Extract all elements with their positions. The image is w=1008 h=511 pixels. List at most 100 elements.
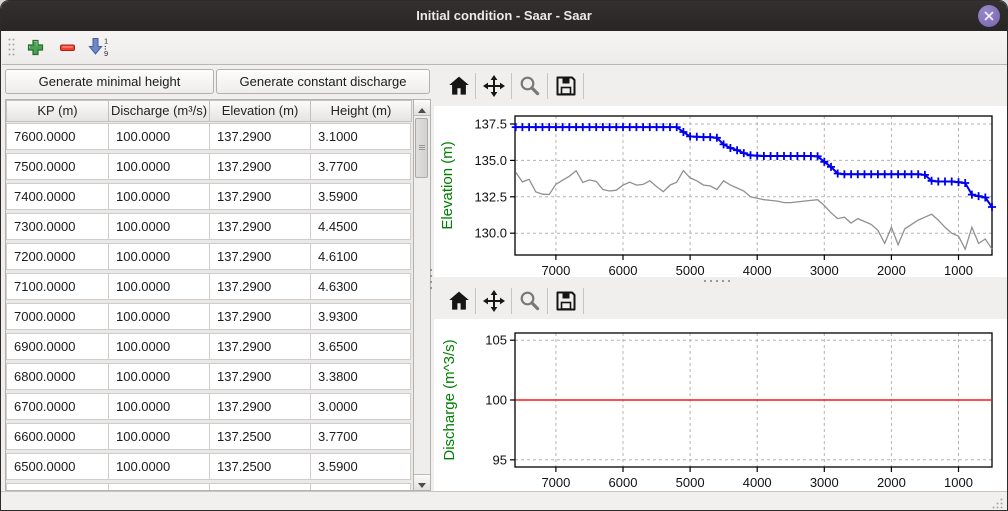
table-row[interactable]: 7500.0000100.0000137.29003.7700	[6, 152, 414, 182]
table-cell[interactable]: 4.6300	[310, 273, 411, 300]
table-cell[interactable]: 100.0000	[108, 423, 210, 450]
table-cell[interactable]: 3.6500	[310, 333, 411, 360]
scroll-down-button[interactable]	[414, 474, 430, 490]
table-cell[interactable]: 100.0000	[108, 453, 210, 480]
table-cell[interactable]: 3.7700	[310, 153, 411, 180]
sort-rows-button[interactable]: 1 9	[84, 34, 114, 60]
table-cell[interactable]: 137.2900	[209, 153, 311, 180]
table-cell[interactable]	[310, 483, 411, 491]
pan-button[interactable]	[481, 289, 507, 315]
water-surface-elevation-line	[516, 127, 992, 207]
generate-constant-discharge-button[interactable]: Generate constant discharge	[216, 69, 430, 94]
table-cell[interactable]: 7400.0000	[6, 183, 109, 210]
table-cell[interactable]: 7600.0000	[6, 123, 109, 150]
column-header-discharge[interactable]: Discharge (m³/s)	[108, 100, 210, 122]
table-row[interactable]: 6900.0000100.0000137.29003.6500	[6, 332, 414, 362]
table-row[interactable]: 7400.0000100.0000137.29003.5900	[6, 182, 414, 212]
home-button[interactable]	[446, 289, 472, 315]
table-row[interactable]: 7000.0000100.0000137.29003.9300	[6, 302, 414, 332]
table-cell[interactable]: 137.2900	[209, 183, 311, 210]
column-header-elevation[interactable]: Elevation (m)	[209, 100, 311, 122]
table-cell[interactable]: 6700.0000	[6, 393, 109, 420]
remove-row-button[interactable]	[54, 34, 80, 60]
table-cell[interactable]: 137.2900	[209, 243, 311, 270]
save-button[interactable]	[553, 289, 579, 315]
generate-minimal-height-button[interactable]: Generate minimal height	[5, 69, 214, 94]
table-cell[interactable]: 137.2900	[209, 393, 311, 420]
table-cell[interactable]: 137.2500	[209, 453, 311, 480]
table-cell[interactable]: 4.6100	[310, 243, 411, 270]
save-button[interactable]	[553, 74, 579, 100]
table-cell[interactable]: 137.2900	[209, 273, 311, 300]
column-header-kp[interactable]: KP (m)	[6, 100, 109, 122]
table-cell[interactable]: 3.0000	[310, 393, 411, 420]
toolbar-drag-handle[interactable]	[7, 37, 16, 58]
table-cell[interactable]: 100.0000	[108, 123, 210, 150]
table-cell[interactable]: 7000.0000	[6, 303, 109, 330]
discharge-plot-canvas[interactable]: 700060005000400030002000100010510095Disc…	[434, 319, 1008, 491]
table-cell[interactable]	[6, 483, 109, 491]
scroll-up-button[interactable]	[414, 100, 430, 116]
table-cell[interactable]: 137.2900	[209, 213, 311, 240]
table-cell[interactable]: 7500.0000	[6, 153, 109, 180]
elevation-plot-canvas[interactable]: 7000600050004000300020001000137.5135.013…	[434, 106, 1008, 277]
table-cell[interactable]: 3.7700	[310, 423, 411, 450]
initial-condition-table: KP (m) Discharge (m³/s) Elevation (m) He…	[5, 99, 431, 491]
table-cell[interactable]: 100.0000	[108, 303, 210, 330]
table-cell[interactable]: 100.0000	[108, 153, 210, 180]
table-cell[interactable]: 6800.0000	[6, 363, 109, 390]
table-cell[interactable]: 137.2900	[209, 333, 311, 360]
table-cell[interactable]	[108, 483, 210, 491]
table-row[interactable]: 6700.0000100.0000137.29003.0000	[6, 392, 414, 422]
arrow-down-icon	[418, 483, 426, 488]
table-cell[interactable]: 3.5900	[310, 183, 411, 210]
column-header-height[interactable]: Height (m)	[310, 100, 412, 122]
table-cell[interactable]: 100.0000	[108, 273, 210, 300]
table-cell[interactable]: 7100.0000	[6, 273, 109, 300]
toolbar-separator	[583, 73, 584, 99]
table-scrollbar[interactable]	[413, 100, 430, 490]
titlebar[interactable]: Initial condition - Saar - Saar	[1, 1, 1007, 31]
horizontal-splitter-handle[interactable]	[702, 278, 732, 284]
table-cell[interactable]: 3.9300	[310, 303, 411, 330]
table-cell[interactable]: 7300.0000	[6, 213, 109, 240]
table-cell[interactable]: 100.0000	[108, 393, 210, 420]
table-cell[interactable]: 6900.0000	[6, 333, 109, 360]
home-button[interactable]	[446, 74, 472, 100]
table-row[interactable]: 6800.0000100.0000137.29003.3800	[6, 362, 414, 392]
table-row[interactable]: 6600.0000100.0000137.25003.7700	[6, 422, 414, 452]
table-cell[interactable]: 4.4500	[310, 213, 411, 240]
table-row[interactable]: 7600.0000100.0000137.29003.1000	[6, 122, 414, 152]
table-cell[interactable]: 100.0000	[108, 183, 210, 210]
table-cell[interactable]: 100.0000	[108, 333, 210, 360]
table-cell[interactable]: 3.1000	[310, 123, 411, 150]
table-cell[interactable]: 3.3800	[310, 363, 411, 390]
table-cell[interactable]: 6500.0000	[6, 453, 109, 480]
table-cell[interactable]: 6600.0000	[6, 423, 109, 450]
table-row[interactable]: 6500.0000100.0000137.25003.5900	[6, 452, 414, 482]
table-row[interactable]	[6, 482, 414, 491]
table-cell[interactable]: 3.5900	[310, 453, 411, 480]
zoom-button[interactable]	[517, 289, 543, 315]
table-row[interactable]: 7300.0000100.0000137.29004.4500	[6, 212, 414, 242]
table-row[interactable]: 7100.0000100.0000137.29004.6300	[6, 272, 414, 302]
table-row[interactable]: 7200.0000100.0000137.29004.6100	[6, 242, 414, 272]
table-cell[interactable]: 137.2900	[209, 123, 311, 150]
scrollbar-thumb[interactable]	[415, 118, 428, 178]
toolbar-separator	[583, 288, 584, 314]
resize-grip[interactable]	[992, 498, 1003, 509]
table-cell[interactable]: 100.0000	[108, 363, 210, 390]
table-cell[interactable]: 137.2900	[209, 303, 311, 330]
table-cell[interactable]: 137.2500	[209, 423, 311, 450]
table-cell[interactable]: 100.0000	[108, 213, 210, 240]
table-cell[interactable]	[209, 483, 311, 491]
pan-button[interactable]	[481, 74, 507, 100]
table-cell[interactable]: 100.0000	[108, 243, 210, 270]
close-button[interactable]	[978, 5, 1000, 27]
add-row-button[interactable]	[22, 34, 48, 60]
zoom-button[interactable]	[517, 74, 543, 100]
table-cell[interactable]: 7200.0000	[6, 243, 109, 270]
plus-icon	[26, 38, 45, 57]
x-tick-label: 4000	[743, 475, 772, 490]
table-cell[interactable]: 137.2900	[209, 363, 311, 390]
